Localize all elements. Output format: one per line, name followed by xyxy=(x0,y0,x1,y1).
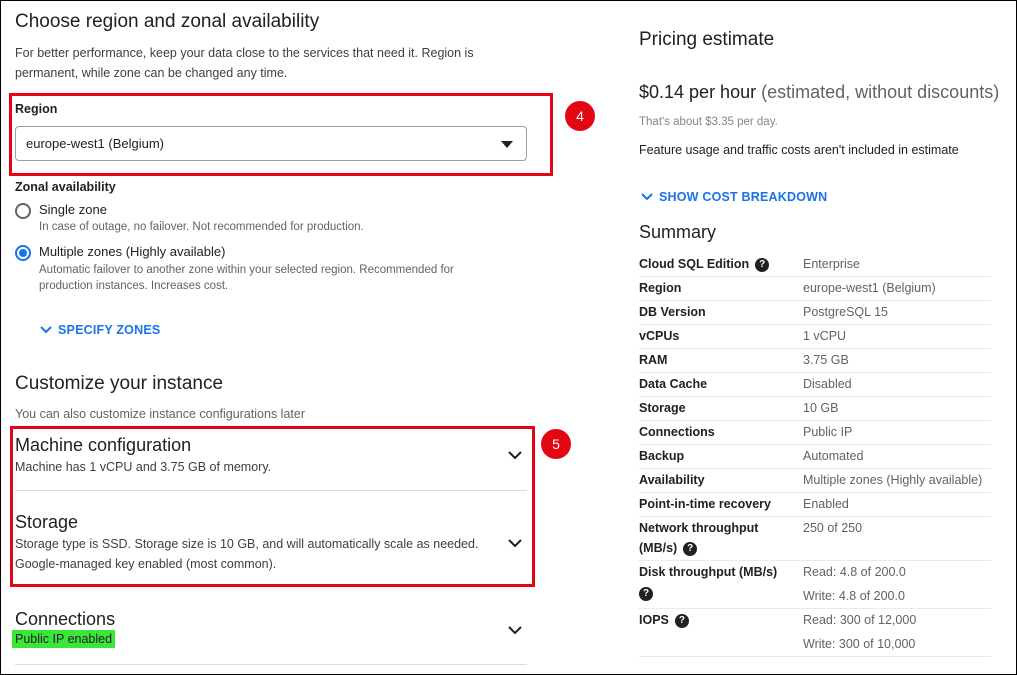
storage-title: Storage xyxy=(15,512,79,532)
summary-key: Availability xyxy=(639,473,705,487)
single-zone-radio[interactable] xyxy=(15,203,31,219)
summary-row: RAM 3.75 GB xyxy=(639,348,991,373)
panel-divider xyxy=(15,490,527,491)
zonal-availability-label: Zonal availability xyxy=(15,180,116,194)
help-icon[interactable]: ? xyxy=(755,257,770,272)
summary-row: Disk throughput (MB/s)? Read: 4.8 of 200… xyxy=(639,560,991,609)
summary-key: Network throughput (MB/s) xyxy=(639,521,759,555)
pricing-title: Pricing estimate xyxy=(639,29,775,50)
summary-value: PostgreSQL 15 xyxy=(803,305,889,319)
summary-value: Write: 300 of 10,000 xyxy=(803,637,916,651)
summary-key: IOPS xyxy=(639,613,669,627)
help-icon[interactable]: ? xyxy=(639,587,653,602)
dropdown-arrow-icon xyxy=(501,141,513,148)
panel-divider xyxy=(15,664,527,665)
storage-summary-line1: Storage type is SSD. Storage size is 10 … xyxy=(15,537,479,551)
summary-value: 10 GB xyxy=(803,401,839,415)
summary-row: Backup Automated xyxy=(639,444,991,469)
show-cost-breakdown-link[interactable]: SHOW COST BREAKDOWN xyxy=(641,188,827,206)
chevron-down-icon xyxy=(40,326,52,334)
summary-value: Read: 4.8 of 200.0 xyxy=(803,565,906,579)
price-per-day: That's about $3.35 per day. xyxy=(639,116,778,128)
feature-costs-note: Feature usage and traffic costs aren't i… xyxy=(639,143,959,157)
summary-row: Point-in-time recovery Enabled xyxy=(639,492,991,517)
specify-zones-label: SPECIFY ZONES xyxy=(58,323,161,337)
public-ip-highlight: Public IP enabled xyxy=(12,630,116,648)
connections-title: Connections xyxy=(15,609,116,629)
multiple-zones-radio[interactable] xyxy=(15,245,31,261)
summary-value: europe-west1 (Belgium) xyxy=(803,281,936,295)
summary-key: Backup xyxy=(639,449,685,463)
pricing-estimate: $0.14 per hour (estimated, without disco… xyxy=(639,82,999,103)
summary-row: IOPS? Read: 300 of 12,000 Write: 300 of … xyxy=(639,608,991,657)
connections-panel[interactable]: Connections Public IP enabled xyxy=(12,609,527,654)
summary-row: Availability Multiple zones (Highly avai… xyxy=(639,468,991,493)
price-note: (estimated, without discounts) xyxy=(761,82,1000,102)
summary-value: Write: 4.8 of 200.0 xyxy=(803,589,905,603)
summary-key: RAM xyxy=(639,353,668,367)
summary-key: Point-in-time recovery xyxy=(639,497,771,511)
summary-value: 3.75 GB xyxy=(803,353,849,367)
summary-row: DB Version PostgreSQL 15 xyxy=(639,300,991,325)
summary-row: Network throughput (MB/s)? 250 of 250 xyxy=(639,516,991,561)
region-section-description: For better performance, keep your data c… xyxy=(15,46,474,80)
single-zone-help: In case of outage, no failover. Not reco… xyxy=(39,221,364,233)
customize-description: You can also customize instance configur… xyxy=(15,407,305,421)
expand-chevron-icon[interactable] xyxy=(508,626,522,635)
summary-row: vCPUs 1 vCPU xyxy=(639,324,991,349)
summary-value: Enabled xyxy=(803,497,849,511)
region-section-title: Choose region and zonal availability xyxy=(15,11,320,32)
show-cost-breakdown-label: SHOW COST BREAKDOWN xyxy=(659,190,828,204)
summary-key: Region xyxy=(639,281,682,295)
storage-panel[interactable]: Storage Storage type is SSD. Storage siz… xyxy=(15,512,527,576)
summary-value: Public IP xyxy=(803,425,853,439)
annotation-badge-5: 5 xyxy=(541,429,571,459)
help-icon[interactable]: ? xyxy=(674,613,689,628)
summary-key: vCPUs xyxy=(639,329,680,343)
summary-value: Disabled xyxy=(803,377,852,391)
specify-zones-link[interactable]: SPECIFY ZONES xyxy=(40,321,160,339)
price-per-hour: $0.14 per hour xyxy=(639,82,757,102)
summary-row: Region europe-west1 (Belgium) xyxy=(639,276,991,301)
summary-row: Connections Public IP xyxy=(639,420,991,445)
summary-value: Read: 300 of 12,000 xyxy=(803,613,917,627)
summary-row: Storage 10 GB xyxy=(639,396,991,421)
multiple-zones-label[interactable]: Multiple zones (Highly available) xyxy=(39,244,225,259)
summary-key: DB Version xyxy=(639,305,706,319)
summary-key: Disk throughput (MB/s) xyxy=(639,565,778,579)
summary-title: Summary xyxy=(639,222,717,242)
single-zone-label[interactable]: Single zone xyxy=(39,202,107,217)
summary-value: 1 vCPU xyxy=(803,329,847,343)
annotation-badge-4: 4 xyxy=(565,101,595,131)
region-select-value: europe-west1 (Belgium) xyxy=(26,136,165,151)
summary-row: Cloud SQL Edition? Enterprise xyxy=(639,252,991,277)
summary-value: Automated xyxy=(803,449,864,463)
machine-configuration-title: Machine configuration xyxy=(15,435,192,455)
storage-summary-line2: Google-managed key enabled (most common)… xyxy=(15,557,277,571)
summary-key: Data Cache xyxy=(639,377,708,391)
customize-title: Customize your instance xyxy=(15,373,224,394)
expand-chevron-icon[interactable] xyxy=(508,451,522,460)
summary-key: Connections xyxy=(639,425,715,439)
help-icon[interactable]: ? xyxy=(683,541,698,556)
multiple-zones-help: Automatic failover to another zone withi… xyxy=(39,264,454,292)
chevron-down-icon xyxy=(641,193,653,201)
region-select[interactable]: europe-west1 (Belgium) xyxy=(15,126,527,161)
summary-row: Data Cache Disabled xyxy=(639,372,991,397)
summary-value: Enterprise xyxy=(803,257,860,271)
machine-configuration-summary: Machine has 1 vCPU and 3.75 GB of memory… xyxy=(15,460,272,474)
summary-value: 250 of 250 xyxy=(803,521,863,535)
summary-key: Cloud SQL Edition xyxy=(639,257,750,271)
summary-key: Storage xyxy=(639,401,686,415)
expand-chevron-icon[interactable] xyxy=(508,539,522,548)
summary-value: Multiple zones (Highly available) xyxy=(803,473,983,487)
machine-configuration-panel[interactable]: Machine configuration Machine has 1 vCPU… xyxy=(15,435,527,485)
region-label: Region xyxy=(15,102,58,116)
